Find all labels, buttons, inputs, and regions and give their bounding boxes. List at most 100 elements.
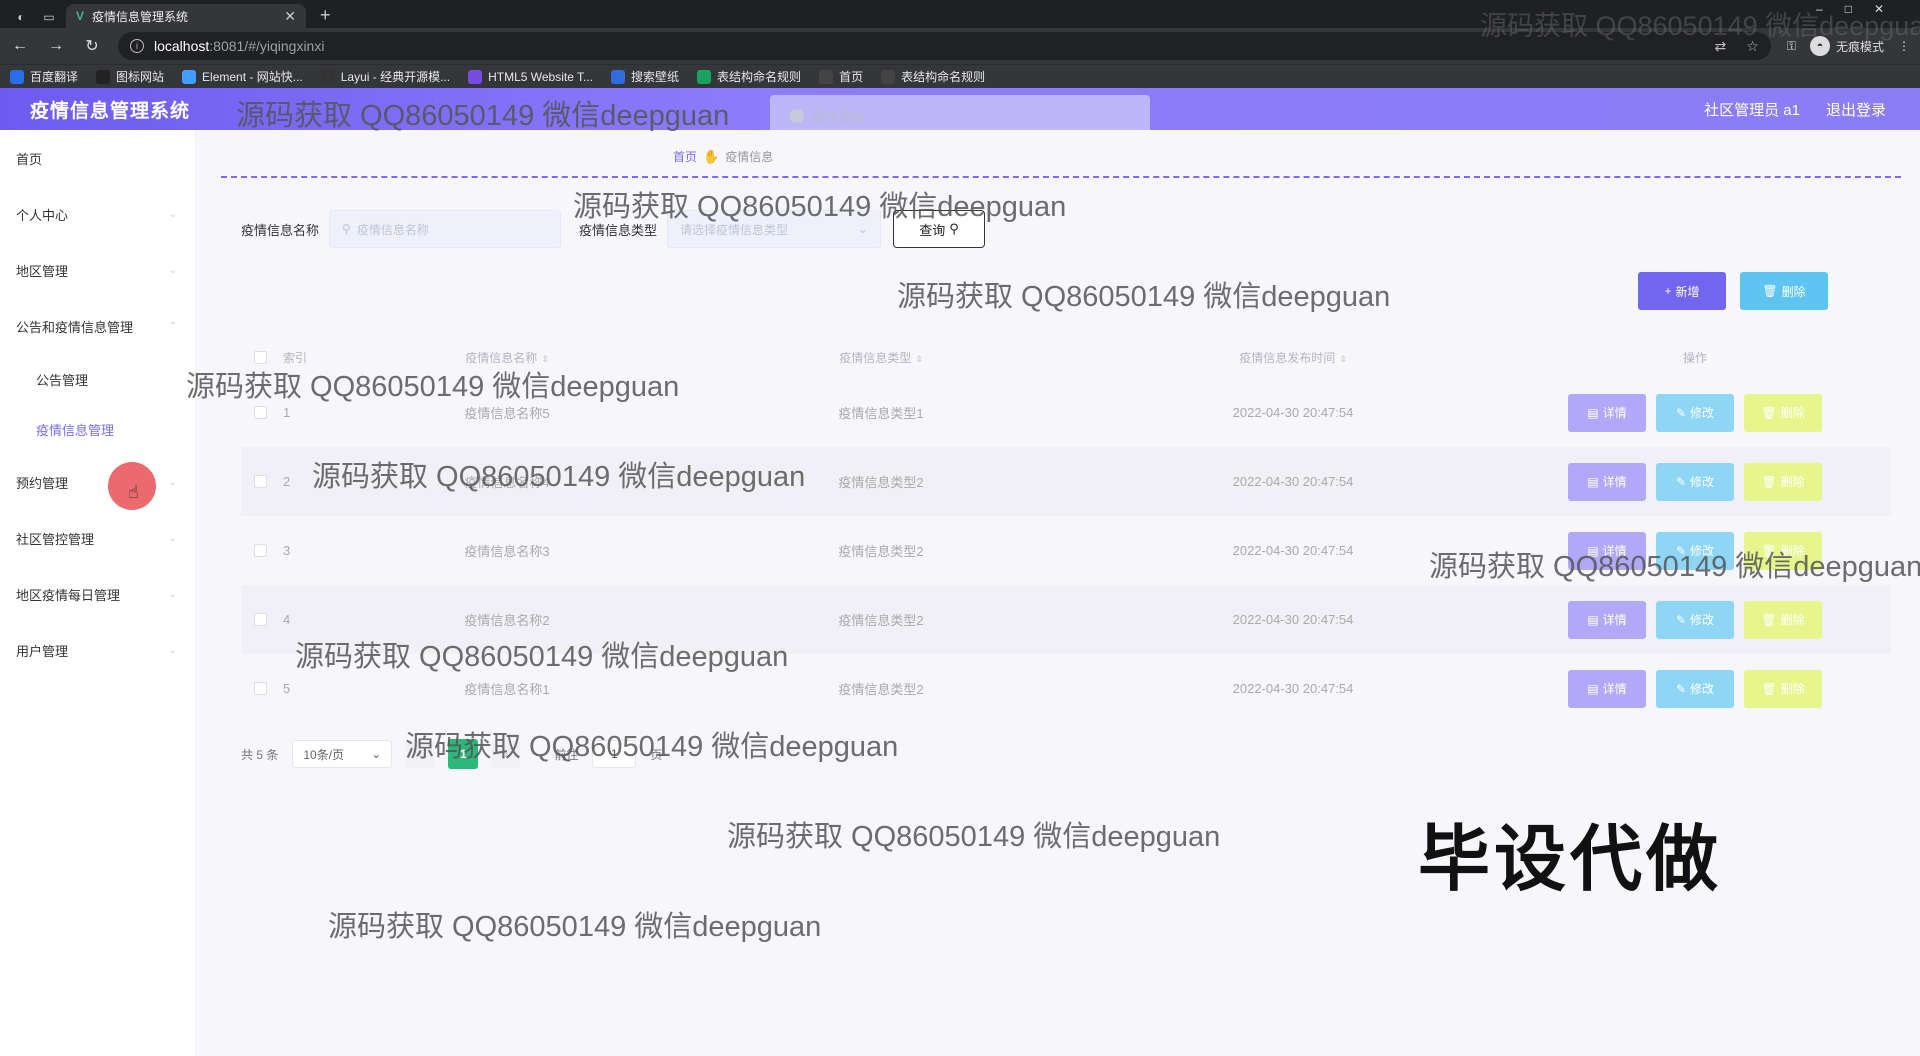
row-checkbox[interactable] bbox=[253, 475, 267, 488]
bookmark-item[interactable]: 表结构命名规则 bbox=[881, 68, 985, 85]
col-time[interactable]: 疫情信息发布时间 ⇕ bbox=[1087, 349, 1499, 366]
detail-button[interactable]: ▤ 详情 bbox=[1568, 600, 1646, 639]
sheet-icon bbox=[697, 69, 712, 84]
cell-type: 疫情信息类型1 bbox=[838, 406, 924, 421]
document-icon: ▤ bbox=[1587, 405, 1599, 420]
row-checkbox[interactable] bbox=[253, 544, 267, 557]
breadcrumb-hand-icon: ✋ bbox=[703, 148, 720, 164]
detail-button[interactable]: ▤ 详情 bbox=[1568, 393, 1646, 432]
sidebar-subitem-notice[interactable]: 公告管理 bbox=[0, 354, 195, 404]
chevron-down-icon: ⌄ bbox=[168, 208, 177, 220]
forward-icon[interactable]: → bbox=[46, 37, 66, 55]
name-search-input[interactable]: ⚲ 疫情信息名称 bbox=[329, 210, 562, 248]
tab-overview-icon[interactable]: ▭ bbox=[38, 6, 60, 28]
bookmark-item[interactable]: 表结构命名规则 bbox=[697, 68, 801, 85]
chevron-down-icon: ⌄ bbox=[168, 644, 177, 656]
delete-button[interactable]: 🗑 删除 bbox=[1744, 600, 1822, 639]
cell-type: 疫情信息类型2 bbox=[838, 613, 924, 628]
ad-text: 毕设代做 bbox=[1418, 820, 1723, 900]
delete-button[interactable]: 🗑 删除 bbox=[1744, 669, 1822, 708]
page-size-select[interactable]: 10条/页 ⌄ bbox=[292, 740, 393, 768]
chevron-down-icon: ⌄ bbox=[168, 476, 177, 488]
bookmark-item[interactable]: 百度翻译 bbox=[10, 68, 78, 85]
sort-icon[interactable]: ⇕ bbox=[541, 354, 549, 364]
sidebar-item-community-control[interactable]: 社区管控管理 ⌄ bbox=[0, 510, 195, 566]
app-title: 疫情信息管理系统 bbox=[30, 100, 191, 122]
detail-button[interactable]: ▤ 详情 bbox=[1568, 462, 1646, 501]
watermark-text: 源码获取 QQ86050149 微信deepguan bbox=[405, 731, 899, 763]
pencil-icon: ✎ bbox=[1675, 474, 1687, 489]
row-checkbox[interactable] bbox=[253, 682, 267, 695]
browser-tab[interactable]: V 疫情信息管理系统 ✕ bbox=[66, 4, 306, 28]
wallpaper-icon bbox=[611, 69, 626, 84]
bookmark-item[interactable]: HTML5 Website T... bbox=[468, 69, 593, 84]
sidebar-item-region[interactable]: 地区管理 ⌄ bbox=[0, 242, 195, 298]
reload-icon[interactable]: ↻ bbox=[82, 36, 102, 56]
edit-button[interactable]: ✎ 修改 bbox=[1656, 462, 1734, 501]
add-button[interactable]: + 新增 bbox=[1638, 272, 1726, 310]
bookmark-item[interactable]: Element - 网站快... bbox=[182, 68, 303, 85]
vue-favicon-icon: V bbox=[76, 9, 85, 23]
back-icon[interactable]: ← bbox=[10, 37, 30, 55]
site-info-icon[interactable]: i bbox=[130, 39, 144, 53]
html5-icon bbox=[468, 69, 483, 84]
bookmark-label: 图标网站 bbox=[116, 70, 165, 84]
url-text: localhost:8081/#/yiqingxinxi bbox=[154, 38, 325, 54]
sort-icon[interactable]: ⇕ bbox=[915, 354, 923, 364]
row-checkbox[interactable] bbox=[253, 613, 267, 626]
watermark-text: 源码获取 QQ86050149 微信deepguan bbox=[312, 461, 806, 493]
bookmark-item[interactable]: 首页 bbox=[819, 68, 863, 85]
watermark-text: 源码获取 QQ86050149 微信deepguan bbox=[236, 100, 730, 132]
edit-button[interactable]: ✎ 修改 bbox=[1656, 669, 1734, 708]
cell-name: 疫情信息名称3 bbox=[464, 544, 550, 559]
delete-button[interactable]: 🗑 删除 bbox=[1744, 462, 1822, 501]
sidebar-item-profile[interactable]: 个人中心 ⌄ bbox=[0, 186, 195, 242]
sidebar-subitem-epidemic-info[interactable]: 疫情信息管理 bbox=[0, 404, 195, 454]
delete-button[interactable]: 🗑 删除 bbox=[1744, 393, 1822, 432]
add-button-label: 新增 bbox=[1675, 284, 1700, 299]
bookmark-label: 表结构命名规则 bbox=[901, 70, 986, 84]
watermark-text: 源码获取 QQ86050149 微信deepguan bbox=[186, 371, 680, 403]
edit-button[interactable]: ✎ 修改 bbox=[1656, 600, 1734, 639]
batch-delete-button[interactable]: 🗑 删除 bbox=[1740, 272, 1828, 310]
document-icon: ▤ bbox=[1587, 612, 1599, 627]
detail-button[interactable]: ▤ 详情 bbox=[1568, 669, 1646, 708]
bookmarks-bar: 百度翻译 图标网站 Element - 网站快... Layui - 经典开源模...… bbox=[0, 64, 1920, 88]
sidebar-item-label: 公告管理 bbox=[36, 372, 89, 388]
sidebar-item-label: 个人中心 bbox=[16, 207, 69, 223]
cell-type: 疫情信息类型2 bbox=[838, 682, 924, 697]
sort-icon[interactable]: ⇕ bbox=[1339, 354, 1347, 364]
success-check-icon bbox=[790, 109, 804, 123]
sidebar-item-label: 预约管理 bbox=[16, 475, 69, 491]
sidebar-item-users[interactable]: 用户管理 ⌄ bbox=[0, 622, 195, 678]
col-type[interactable]: 疫情信息类型 ⇕ bbox=[675, 349, 1087, 366]
bookmark-label: 百度翻译 bbox=[30, 70, 79, 84]
tab-title: 疫情信息管理系统 bbox=[92, 9, 189, 24]
layui-icon bbox=[320, 69, 335, 84]
flag-icon bbox=[96, 69, 111, 84]
sidebar-item-label: 公告和疫情信息管理 bbox=[16, 319, 134, 335]
current-user: 社区管理员 a1 bbox=[1704, 101, 1800, 119]
select-all-checkbox[interactable] bbox=[253, 350, 267, 364]
sidebar-item-notice-epidemic[interactable]: 公告和疫情信息管理 ⌃ bbox=[0, 298, 195, 354]
new-tab-icon[interactable]: + bbox=[320, 4, 331, 28]
sidebar-item-home[interactable]: 首页 bbox=[0, 130, 195, 186]
name-filter-label: 疫情信息名称 bbox=[241, 222, 320, 238]
row-checkbox[interactable] bbox=[253, 406, 267, 419]
sidebar-item-booking[interactable]: 预约管理 ⌄ bbox=[0, 454, 195, 510]
col-ops: 操作 bbox=[1682, 350, 1707, 365]
bookmark-item[interactable]: 搜索壁纸 bbox=[611, 68, 679, 85]
bookmark-item[interactable]: Layui - 经典开源模... bbox=[320, 68, 450, 85]
breadcrumb-home[interactable]: 首页 bbox=[673, 148, 697, 165]
tab-search-icon[interactable]: ◐ bbox=[10, 6, 32, 28]
cell-index: 3 bbox=[283, 543, 291, 558]
sidebar-item-daily-region[interactable]: 地区疫情每日管理 ⌄ bbox=[0, 566, 195, 622]
edit-button[interactable]: ✎ 修改 bbox=[1656, 393, 1734, 432]
close-tab-icon[interactable]: ✕ bbox=[284, 8, 296, 25]
watermark-text: 源码获取 QQ86050149 微信deepguan bbox=[295, 641, 789, 673]
trash-icon: 🗑 bbox=[1761, 474, 1777, 489]
bookmark-item[interactable]: 图标网站 bbox=[96, 68, 164, 85]
watermark-text: 源码获取 QQ86050149 微信deepguan bbox=[1429, 551, 1920, 583]
pencil-icon: ✎ bbox=[1675, 612, 1687, 627]
logout-link[interactable]: 退出登录 bbox=[1826, 99, 1886, 120]
